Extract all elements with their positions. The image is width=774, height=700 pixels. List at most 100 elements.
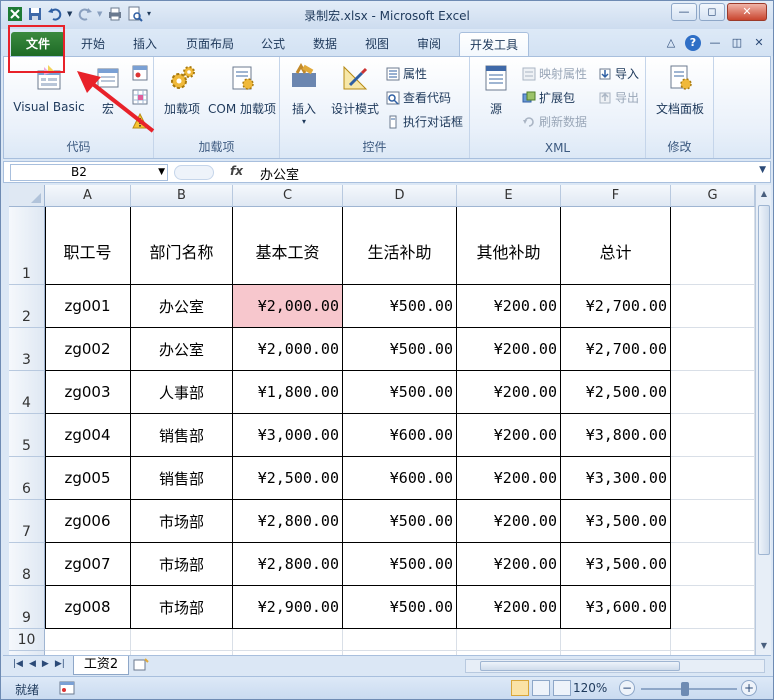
refresh-data-button[interactable]: 刷新数据 — [522, 113, 587, 130]
prev-sheet-icon[interactable]: ◀ — [29, 659, 36, 669]
properties-button[interactable]: 属性 — [386, 65, 427, 82]
data-cell[interactable]: ¥200.00 — [457, 285, 561, 328]
vertical-scrollbar[interactable]: ▲ ▼ — [755, 185, 771, 655]
design-mode-button[interactable]: 设计模式 — [326, 63, 384, 117]
row-header-5[interactable]: 5 — [9, 414, 45, 457]
data-cell[interactable]: zg001 — [45, 285, 131, 328]
close-button[interactable]: ✕ — [727, 3, 767, 21]
addins-button[interactable]: 加载项 — [158, 63, 206, 117]
data-cell[interactable]: ¥2,500.00 — [233, 457, 343, 500]
data-cell[interactable]: ¥500.00 — [343, 371, 457, 414]
com-addins-button[interactable]: COM 加载项 — [206, 63, 278, 117]
column-header-g[interactable]: G — [671, 185, 755, 207]
row-header-8[interactable]: 8 — [9, 543, 45, 586]
restore-button[interactable]: ◻ — [699, 3, 725, 21]
data-cell[interactable]: ¥2,900.00 — [233, 586, 343, 629]
row-header-4[interactable]: 4 — [9, 371, 45, 414]
zoom-level[interactable]: 120% — [573, 681, 607, 695]
data-cell[interactable]: ¥2,800.00 — [233, 543, 343, 586]
tab-page-layout[interactable]: 页面布局 — [177, 32, 243, 56]
data-cell[interactable]: ¥200.00 — [457, 414, 561, 457]
formula-input[interactable]: 办公室 — [260, 164, 299, 183]
insert-function-icon[interactable]: fx — [230, 164, 243, 178]
column-header-d[interactable]: D — [343, 185, 457, 207]
first-sheet-icon[interactable]: |◀ — [13, 659, 23, 669]
data-cell[interactable]: ¥2,000.00 — [233, 328, 343, 371]
header-cell[interactable]: 其他补助 — [457, 207, 561, 285]
page-layout-view-button[interactable] — [532, 680, 550, 696]
next-sheet-icon[interactable]: ▶ — [42, 659, 49, 669]
run-dialog-button[interactable]: 执行对话框 — [386, 113, 463, 130]
doc-close-icon[interactable]: ✕ — [751, 35, 767, 51]
column-header-e[interactable]: E — [457, 185, 561, 207]
xml-export-button[interactable]: 导出 — [598, 89, 639, 106]
tab-developer[interactable]: 开发工具 — [459, 32, 529, 56]
data-cell[interactable]: ¥600.00 — [343, 414, 457, 457]
data-cell[interactable]: ¥3,600.00 — [561, 586, 671, 629]
doc-minimize-icon[interactable]: — — [707, 35, 723, 51]
view-code-button[interactable]: 查看代码 — [386, 89, 451, 106]
data-cell[interactable]: zg004 — [45, 414, 131, 457]
data-cell[interactable]: zg002 — [45, 328, 131, 371]
data-cell[interactable]: ¥3,000.00 — [233, 414, 343, 457]
column-header-a[interactable]: A — [45, 185, 131, 207]
insert-sheet-icon[interactable] — [133, 658, 149, 672]
zoom-slider-handle[interactable] — [681, 682, 689, 696]
help-icon[interactable]: ? — [685, 35, 701, 51]
data-cell[interactable]: 销售部 — [131, 414, 233, 457]
data-cell[interactable]: ¥2,000.00 — [233, 285, 343, 328]
tab-data[interactable]: 数据 — [303, 32, 347, 56]
column-header-b[interactable]: B — [131, 185, 233, 207]
scroll-down-icon[interactable]: ▼ — [758, 639, 770, 653]
tab-insert[interactable]: 插入 — [123, 32, 167, 56]
name-box-dropdown-icon[interactable]: ▼ — [158, 165, 165, 180]
data-cell[interactable]: ¥500.00 — [343, 543, 457, 586]
insert-control-button[interactable]: 插入 ▾ — [284, 62, 324, 126]
last-sheet-icon[interactable]: ▶| — [55, 659, 65, 669]
data-cell[interactable]: ¥1,800.00 — [233, 371, 343, 414]
column-header-f[interactable]: F — [561, 185, 671, 207]
row-header-9[interactable]: 9 — [9, 586, 45, 629]
data-cell[interactable]: ¥3,800.00 — [561, 414, 671, 457]
data-cell[interactable]: zg006 — [45, 500, 131, 543]
normal-view-button[interactable] — [511, 680, 529, 696]
expansion-packs-button[interactable]: 扩展包 — [522, 89, 575, 106]
data-cell[interactable]: ¥200.00 — [457, 328, 561, 371]
row-header-10[interactable]: 10 — [9, 629, 45, 651]
tab-formulas[interactable]: 公式 — [251, 32, 295, 56]
row-header-1[interactable]: 1 — [9, 207, 45, 285]
doc-restore-icon[interactable]: ◫ — [729, 35, 745, 51]
zoom-out-button[interactable]: − — [619, 680, 635, 696]
data-cell[interactable]: 市场部 — [131, 586, 233, 629]
zoom-slider[interactable] — [641, 688, 737, 690]
horizontal-scroll-thumb[interactable] — [480, 661, 680, 671]
minimize-button[interactable]: — — [671, 3, 697, 21]
header-cell[interactable]: 生活补助 — [343, 207, 457, 285]
data-cell[interactable]: ¥2,800.00 — [233, 500, 343, 543]
data-cell[interactable]: zg003 — [45, 371, 131, 414]
xml-source-button[interactable]: 源 — [476, 63, 516, 117]
horizontal-scrollbar[interactable] — [465, 659, 765, 673]
row-header-6[interactable]: 6 — [9, 457, 45, 500]
select-all-button[interactable] — [9, 185, 45, 207]
data-cell[interactable]: ¥500.00 — [343, 328, 457, 371]
data-cell[interactable]: ¥500.00 — [343, 285, 457, 328]
row-header-2[interactable]: 2 — [9, 285, 45, 328]
data-cell[interactable]: ¥200.00 — [457, 371, 561, 414]
document-panel-button[interactable]: 文档面板 — [650, 63, 710, 117]
data-cell[interactable]: ¥2,700.00 — [561, 285, 671, 328]
header-cell[interactable]: 基本工资 — [233, 207, 343, 285]
data-cell[interactable]: ¥2,500.00 — [561, 371, 671, 414]
data-cell[interactable]: ¥200.00 — [457, 500, 561, 543]
formula-expand-handle[interactable] — [174, 165, 214, 180]
data-cell[interactable]: ¥2,700.00 — [561, 328, 671, 371]
header-cell[interactable]: 部门名称 — [131, 207, 233, 285]
xml-import-button[interactable]: 导入 — [598, 65, 639, 82]
tab-review[interactable]: 审阅 — [407, 32, 451, 56]
macro-recording-icon[interactable] — [59, 681, 75, 695]
header-cell[interactable]: 总计 — [561, 207, 671, 285]
row-header-7[interactable]: 7 — [9, 500, 45, 543]
data-cell[interactable]: ¥3,500.00 — [561, 543, 671, 586]
vertical-scroll-thumb[interactable] — [758, 205, 770, 555]
expand-formula-icon[interactable]: ▼ — [759, 165, 766, 175]
